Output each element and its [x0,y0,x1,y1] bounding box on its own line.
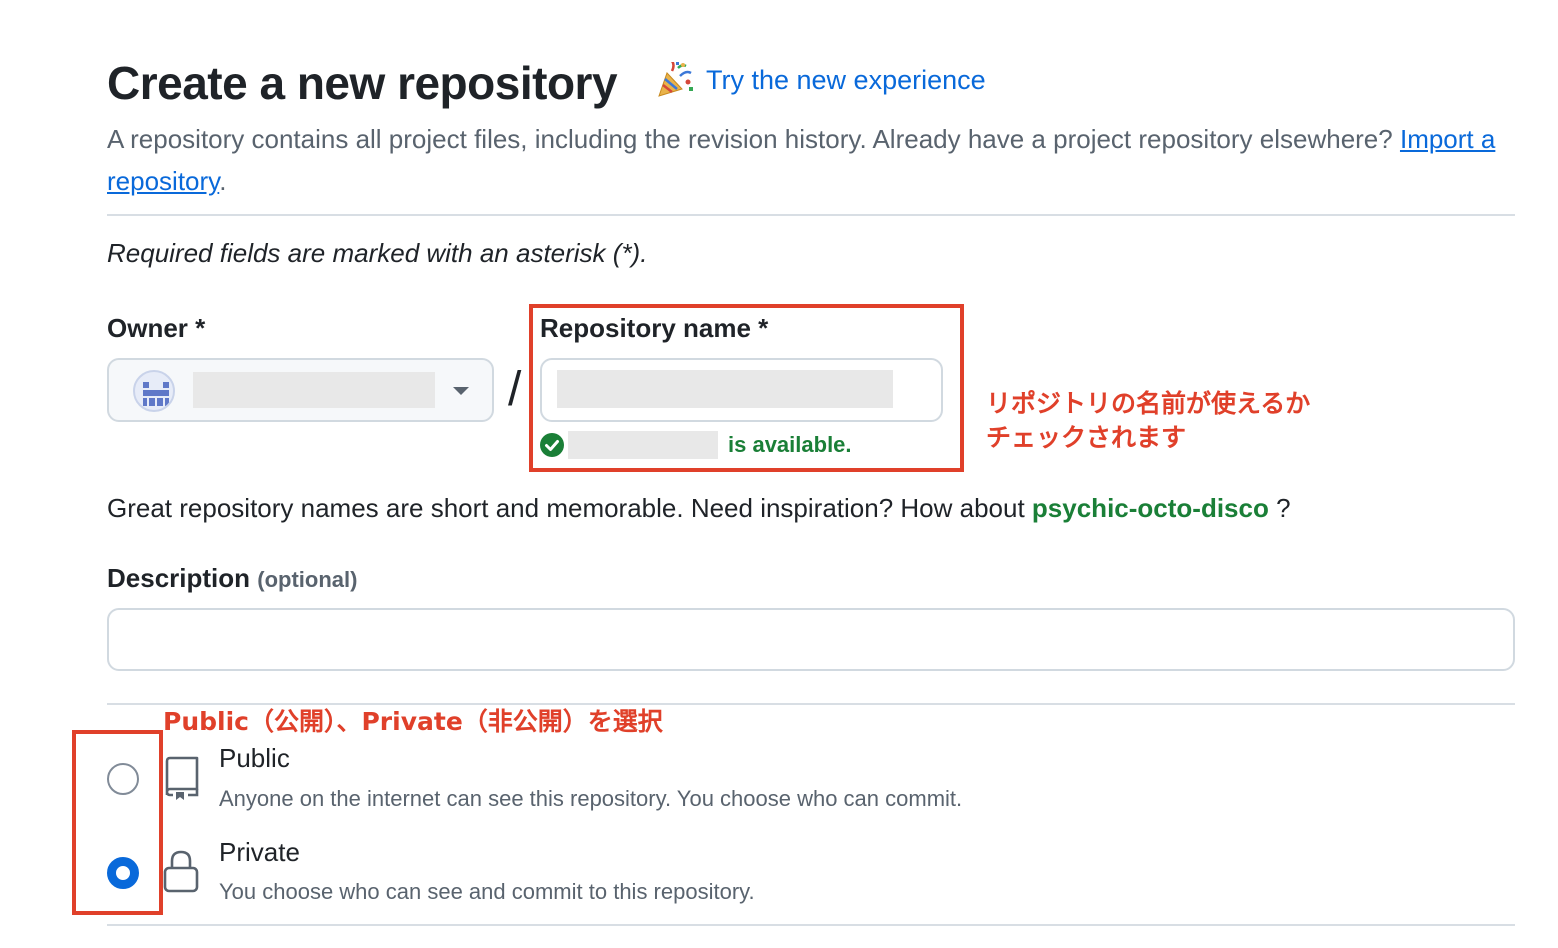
available-name-redacted [568,431,718,459]
party-popper-icon [658,62,693,97]
description-input[interactable] [107,608,1515,671]
intro-text: A repository contains all project files,… [107,124,1496,196]
page-title: Create a new repository [107,57,618,109]
repository-name-label: Repository name * [540,313,769,343]
check-circle-fill-icon [540,433,564,457]
visibility-private-label[interactable]: Private [219,837,300,868]
visibility-public-label[interactable]: Public [219,743,290,774]
triangle-down-icon [453,387,469,395]
owner-label: Owner * [107,313,206,343]
avatar [133,370,175,412]
owner-name [193,372,435,408]
visibility-private-description: You choose who can see and commit to thi… [219,879,755,904]
repository-name-availability: is available. [540,430,852,460]
lock-icon [163,850,199,893]
divider [107,214,1515,216]
description-label: Description (optional) [107,563,358,593]
avatar-identicon [143,382,169,406]
optional-tag: (optional) [257,567,358,592]
annotation-visibility: Public（公開）、Private（非公開）を選択 [163,707,663,736]
repo-icon [165,756,199,800]
try-new-experience[interactable]: Try the new experience [656,62,986,98]
annotation-repository-name-line2: チェックされます [986,423,1187,452]
visibility-public-radio[interactable] [107,763,139,795]
availability-status: is available. [728,432,852,457]
divider [107,924,1515,926]
visibility-public-description: Anyone on the internet can see this repo… [219,786,963,811]
visibility-private-radio[interactable] [107,857,139,889]
repository-name-hint: Great repository names are short and mem… [107,493,1291,523]
try-new-experience-link[interactable]: Try the new experience [706,65,986,96]
annotation-repository-name-line1: リポジトリの名前が使えるか [986,389,1311,418]
owner-select[interactable] [107,358,494,422]
repository-name-input[interactable] [540,358,943,422]
required-fields-note: Required fields are marked with an aster… [107,238,648,268]
suggested-name[interactable]: psychic-octo-disco [1032,493,1269,523]
owner-repo-separator: / [508,363,522,416]
